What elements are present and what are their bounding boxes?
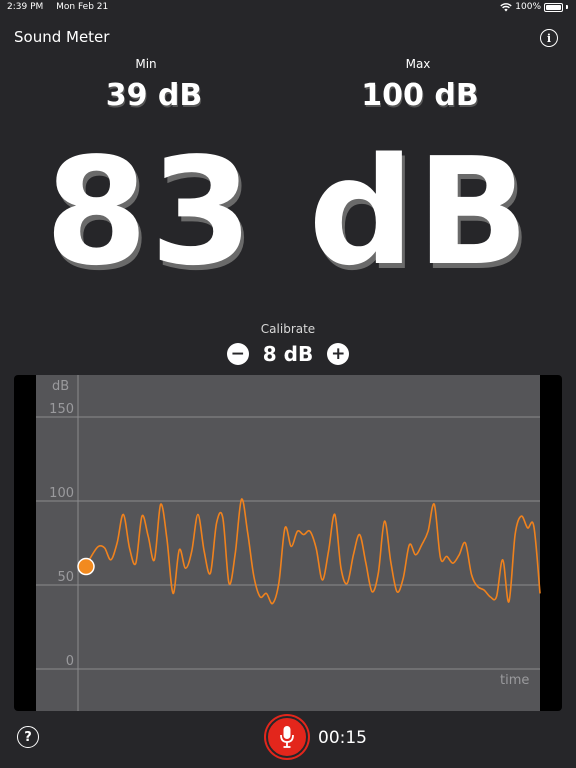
battery-percent: 100% <box>515 2 541 12</box>
status-indicators: 100% <box>500 2 568 12</box>
calibrate-label: Calibrate <box>260 322 316 336</box>
level-chart: dB time 150 100 50 0 <box>14 375 562 711</box>
calibrate-plus-button[interactable]: + <box>327 343 350 365</box>
info-icon[interactable]: i <box>540 29 558 47</box>
max-label: Max <box>405 57 431 71</box>
y-tick-label: 0 <box>66 654 74 669</box>
status-date: Mon Feb 21 <box>56 2 109 12</box>
current-level-marker <box>77 557 95 576</box>
x-axis-label: time <box>500 673 529 688</box>
status-time-date: 2:39 PM Mon Feb 21 <box>7 2 118 12</box>
battery-cap <box>566 5 568 9</box>
y-tick-label: 150 <box>49 402 74 417</box>
status-bar: 2:39 PM Mon Feb 21 100% <box>0 0 576 16</box>
wifi-icon <box>500 2 512 11</box>
current-reading: 83 dB <box>44 126 532 298</box>
level-chart-svg: dB time 150 100 50 0 <box>36 375 541 711</box>
recording-timer: 00:15 <box>318 728 367 748</box>
app-title: Sound Meter <box>14 28 110 46</box>
microphone-icon <box>280 726 294 748</box>
calibrate-minus-button[interactable]: − <box>226 343 249 365</box>
min-label: Min <box>135 57 157 71</box>
battery-icon <box>544 2 563 12</box>
min-value: 39 dB <box>105 78 203 113</box>
record-button[interactable] <box>266 716 308 758</box>
calibrate-controls: − 8 dB + <box>0 342 576 366</box>
y-tick-label: 100 <box>49 486 74 501</box>
max-value: 100 dB <box>361 78 479 113</box>
status-time: 2:39 PM <box>7 2 44 12</box>
help-button[interactable]: ? <box>17 726 39 748</box>
y-tick-label: 50 <box>57 570 74 585</box>
y-axis-label: dB <box>52 379 69 394</box>
calibrate-value: 8 dB <box>262 342 314 366</box>
